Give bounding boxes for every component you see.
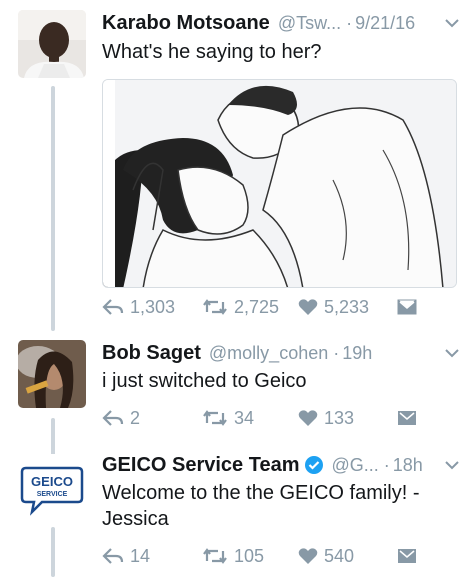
retweet-count: 2,725 [234, 296, 280, 317]
display-name[interactable]: Bob Saget [102, 342, 201, 365]
timestamp[interactable]: 9/21/16 [355, 13, 415, 34]
avatar[interactable] [18, 340, 86, 408]
retweet-icon [203, 410, 227, 426]
tweet-text: What's he saying to her? [102, 41, 322, 63]
direct-message-button[interactable] [396, 544, 418, 568]
timestamp[interactable]: 18h [393, 455, 423, 476]
tweet-geico[interactable]: GEICO SERVICE GEICO Service Team @G... ·… [0, 450, 474, 577]
verified-badge-icon [304, 456, 323, 474]
display-name[interactable]: Karabo Motsoane [102, 12, 270, 35]
display-name[interactable]: GEICO Service Team [102, 454, 300, 477]
tweet-header: Bob Saget @molly_cohen · 19h [102, 338, 460, 368]
user-handle[interactable]: @molly_cohen [209, 343, 328, 364]
heart-icon [298, 299, 318, 315]
retweet-count: 105 [234, 545, 265, 566]
timestamp[interactable]: 19h [342, 343, 372, 364]
chevron-down-icon[interactable] [444, 457, 460, 473]
reply-button[interactable]: 14 [102, 544, 150, 568]
separator-dot: · [346, 12, 353, 33]
like-button[interactable]: 133 [298, 406, 354, 430]
retweet-icon [203, 548, 227, 564]
retweet-icon [203, 299, 227, 315]
tweet-karabo[interactable]: Karabo Motsoane @Tsw... · 9/21/16 What's… [0, 8, 474, 328]
tweet-header: GEICO Service Team @G... · 18h [102, 450, 460, 480]
reply-button[interactable]: 2 [102, 406, 140, 430]
tweet-text: Welcome to the the GEICO family! - Jessi… [102, 480, 460, 532]
direct-message-button[interactable] [396, 406, 418, 430]
chevron-down-icon[interactable] [444, 345, 460, 361]
reply-count: 2 [130, 407, 141, 428]
tweet-header: Karabo Motsoane @Tsw... · 9/21/16 [102, 8, 460, 38]
separator-dot: · [383, 454, 390, 475]
reply-count: 14 [130, 545, 151, 566]
action-bar: 14 105 540 [102, 544, 422, 568]
tweet-text-line: Jessica [102, 508, 169, 530]
retweet-button[interactable]: 34 [202, 406, 254, 430]
avatar[interactable] [18, 10, 86, 78]
geico-logo-word: GEICO [31, 474, 73, 489]
like-count: 5,233 [324, 296, 370, 317]
user-handle[interactable]: @G... [332, 455, 379, 476]
direct-message-icon [398, 411, 416, 425]
reply-count: 1,303 [130, 296, 176, 317]
tweet-image[interactable] [102, 79, 457, 288]
action-bar: 1,303 2,725 5,233 [102, 295, 422, 319]
tweet-text: i just switched to Geico [102, 370, 307, 392]
heart-icon [298, 548, 318, 564]
chevron-down-icon[interactable] [444, 15, 460, 31]
heart-icon [298, 410, 318, 426]
reply-icon [102, 548, 124, 564]
reply-icon [102, 410, 124, 426]
like-button[interactable]: 540 [298, 544, 354, 568]
tweet-text-line: Welcome to the the GEICO family! - [102, 482, 420, 504]
retweet-button[interactable]: 105 [202, 544, 264, 568]
like-count: 540 [324, 545, 355, 566]
separator-dot: · [333, 342, 340, 363]
direct-message-button[interactable] [396, 295, 418, 319]
retweet-button[interactable]: 2,725 [202, 295, 279, 319]
direct-message-icon [398, 549, 416, 563]
retweet-count: 34 [234, 407, 255, 428]
action-bar: 2 34 133 [102, 406, 422, 430]
tweet-bob-saget[interactable]: Bob Saget @molly_cohen · 19h i just swit… [0, 338, 474, 438]
avatar[interactable]: GEICO SERVICE [18, 454, 86, 522]
direct-message-icon [397, 299, 417, 315]
geico-logo-sub: SERVICE [37, 491, 68, 498]
reply-button[interactable]: 1,303 [102, 295, 175, 319]
reply-icon [102, 299, 124, 315]
like-count: 133 [324, 407, 355, 428]
user-handle[interactable]: @Tsw... [278, 13, 341, 34]
like-button[interactable]: 5,233 [298, 295, 369, 319]
